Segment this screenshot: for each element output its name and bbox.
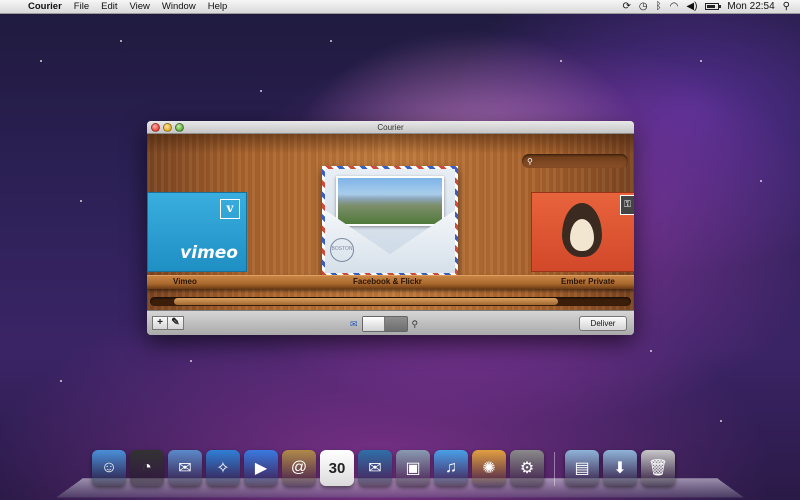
menu-view[interactable]: View [123, 0, 155, 14]
menubar-clock[interactable]: Mon 22:54 [727, 0, 774, 14]
dock: ☺ ◔ ✉ ✧ ▶ @30 ✉ ▣ ♫ ✺ ⚙ ▤ ⬇ 🗑 [92, 450, 675, 486]
dock-trash-icon[interactable]: 🗑 [641, 450, 675, 486]
menu-file[interactable]: File [68, 0, 95, 14]
bluetooth-icon[interactable]: ᛒ [656, 0, 662, 14]
lock-icon: ⚿ [620, 195, 634, 215]
menu-window[interactable]: Window [156, 0, 202, 14]
dock-system-preferences-icon[interactable]: ⚙ [510, 450, 544, 486]
service-label-facebook-flickr: Facebook & Flickr [353, 277, 422, 286]
finder-glyph: ☺ [100, 459, 118, 476]
menu-app-name[interactable]: Courier [22, 0, 68, 14]
menu-help[interactable]: Help [202, 0, 234, 14]
dock-separator [554, 452, 555, 486]
service-label-ember-private: Ember Private [561, 277, 615, 286]
service-card-facebook-flickr[interactable]: BOSTON [322, 148, 458, 276]
courier-glyph: ✉ [368, 460, 382, 477]
itunes-glyph: ♫ [445, 459, 457, 476]
dock-address-book-icon[interactable]: @ [282, 450, 316, 486]
dock-iphoto-icon[interactable]: ✺ [472, 450, 506, 486]
dashboard-glyph: ◔ [142, 459, 152, 476]
service-label-vimeo: Vimeo [173, 277, 197, 286]
add-service-button[interactable]: + [152, 316, 168, 330]
close-button[interactable] [151, 123, 160, 132]
search-field[interactable]: ⚲ [522, 154, 628, 168]
dock-itunes-icon[interactable]: ♫ [434, 450, 468, 486]
dock-downloads-folder-icon[interactable]: ⬇ [603, 450, 637, 486]
sync-icon[interactable]: ⟳ [623, 0, 631, 14]
address-book-glyph: @ [290, 459, 308, 476]
edit-service-button[interactable]: ✎ [168, 316, 184, 330]
vimeo-badge-icon: v [220, 199, 240, 219]
dock-applications-folder-icon[interactable]: ▤ [565, 450, 599, 486]
service-card-ember-private[interactable]: ⚿ [531, 192, 634, 272]
window-toolbar: + ✎ ✉ ⚲ Deliver [147, 310, 634, 335]
photo-stack [336, 176, 444, 226]
pin-icon: ⚲ [411, 318, 419, 329]
menu-edit[interactable]: Edit [95, 0, 123, 14]
service-shelf: ⚲ v vimeo BOSTON ⚿ Vimeo Facebook & Flic… [147, 134, 634, 310]
dock-finder-icon[interactable]: ☺ [92, 450, 126, 486]
dock-mail-icon[interactable]: ✉ [168, 450, 202, 486]
dock-preview-icon[interactable]: ▣ [396, 450, 430, 486]
iphoto-glyph: ✺ [482, 460, 496, 477]
scroll-thumb[interactable] [174, 298, 558, 305]
window-title: Courier [377, 123, 404, 132]
minimize-button[interactable] [163, 123, 172, 132]
dock-ichat-icon[interactable]: ▶ [244, 450, 278, 486]
spotlight-icon[interactable]: ⚲ [783, 0, 790, 14]
trash-glyph: 🗑 [647, 460, 669, 477]
dock-safari-icon[interactable]: ✧ [206, 450, 240, 486]
battery-icon[interactable] [705, 3, 722, 10]
search-input[interactable] [535, 156, 624, 166]
safari-glyph: ✧ [216, 460, 230, 477]
preview-glyph: ▣ [405, 460, 421, 477]
courier-window: Courier ⚲ v vimeo BOSTON ⚿ Vimeo Faceboo… [147, 121, 634, 335]
applications-folder-glyph: ▤ [574, 460, 590, 477]
volume-icon[interactable]: ◀) [686, 0, 697, 14]
vimeo-logo: vimeo [180, 243, 238, 263]
postmark-stamp: BOSTON [330, 238, 354, 262]
mail-glyph: ✉ [178, 460, 192, 477]
service-card-vimeo[interactable]: v vimeo [147, 192, 247, 272]
search-icon: ⚲ [527, 156, 533, 166]
dock-ical-icon[interactable]: 30 [320, 450, 354, 486]
wifi-icon[interactable]: ◠ [670, 0, 679, 14]
window-titlebar[interactable]: Courier [147, 121, 634, 134]
deliver-button[interactable]: Deliver [579, 316, 627, 331]
toggle-knob[interactable] [362, 317, 385, 331]
time-machine-icon[interactable]: ◷ [639, 0, 648, 14]
mode-toggle[interactable] [361, 316, 408, 332]
ichat-glyph: ▶ [254, 460, 268, 477]
zoom-button[interactable] [175, 123, 184, 132]
menu-bar: Courier File Edit View Window Help ⟳ ◷ ᛒ… [0, 0, 800, 14]
envelope-mode-icon: ✉ [350, 318, 358, 329]
dock-courier-icon[interactable]: ✉ [358, 450, 392, 486]
downloads-folder-glyph: ⬇ [613, 460, 627, 477]
shelf-scrollbar[interactable] [150, 297, 631, 306]
system-preferences-glyph: ⚙ [519, 460, 535, 477]
dock-dashboard-icon[interactable]: ◔ [130, 450, 164, 486]
ical-glyph: 30 [328, 459, 346, 477]
